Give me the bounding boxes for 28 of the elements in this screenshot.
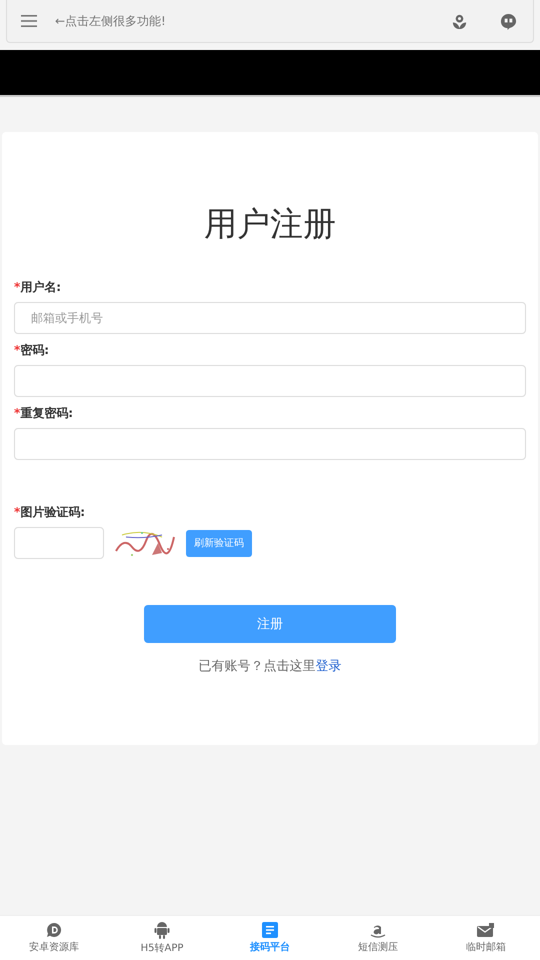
login-link[interactable]: 登录 bbox=[316, 659, 342, 674]
login-prompt: 已有账号？点击这里 bbox=[198, 659, 316, 674]
nav-tab[interactable]: 临时邮箱 bbox=[432, 916, 540, 960]
top-bar-title: ←点击左侧很多功能! bbox=[55, 12, 167, 30]
required-mark: * bbox=[14, 280, 20, 294]
nav-tab[interactable]: H5转APP bbox=[108, 916, 216, 960]
field-label: 用户名: bbox=[20, 280, 62, 294]
required-mark: * bbox=[14, 505, 20, 519]
field-label: 密码: bbox=[20, 343, 50, 357]
field-label: 重复密码: bbox=[20, 406, 74, 420]
required-mark: * bbox=[14, 406, 20, 420]
android-icon bbox=[154, 921, 170, 939]
nav-tab[interactable]: 安卓资源库 bbox=[0, 916, 108, 960]
flower-icon[interactable] bbox=[451, 12, 468, 30]
form-title: 用户注册 bbox=[203, 203, 337, 245]
required-mark: * bbox=[14, 343, 20, 357]
chat-bubble-icon[interactable] bbox=[500, 12, 517, 30]
input-field[interactable] bbox=[14, 365, 526, 397]
captcha-field[interactable] bbox=[14, 527, 104, 559]
mail-icon bbox=[477, 922, 495, 938]
input-field[interactable]: 邮箱或手机号 bbox=[14, 302, 526, 334]
input-field[interactable] bbox=[14, 428, 526, 460]
d-badge-icon bbox=[46, 922, 62, 938]
nav-tab[interactable]: 接码平台 bbox=[216, 916, 324, 960]
document-icon bbox=[262, 922, 278, 938]
menu-icon[interactable] bbox=[21, 15, 37, 27]
field-label: 图片验证码: bbox=[20, 505, 86, 519]
nav-tab[interactable]: 短信测压 bbox=[324, 916, 432, 960]
